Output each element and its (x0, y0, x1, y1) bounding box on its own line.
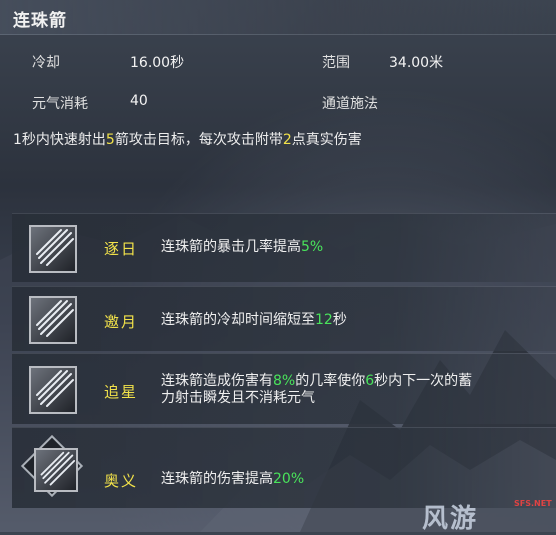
range-label: 范围 (322, 55, 350, 71)
watermark-logo: 风游 (422, 504, 479, 534)
upgrade-name: 奥义 (104, 472, 139, 490)
upgrade-desc: 连珠箭的暴击几率提高5% (161, 239, 324, 255)
upgrade-row-zhuri[interactable]: 逐日 连珠箭的暴击几率提高5% (12, 213, 556, 282)
upgrade-row-yaoyue[interactable]: 邀月 连珠箭的冷却时间缩短至12秒 (12, 286, 556, 351)
upgrade-desc: 连珠箭的伤害提高20% (161, 471, 305, 487)
arrow-volley-icon (29, 225, 77, 273)
cost-value: 40 (130, 93, 148, 109)
desc-part-2: 箭攻击目标，每次攻击附带 (114, 132, 283, 148)
skill-title: 连珠箭 (13, 11, 67, 31)
skill-description: 1秒内快速射出5箭攻击目标，每次攻击附带2点真实伤害 (13, 129, 362, 149)
title-bar: 连珠箭 (0, 0, 556, 35)
arrow-volley-icon (29, 366, 77, 414)
upgrade-desc: 连珠箭造成伤害有8%的几率使你6秒内下一次的蓄 力射击瞬发且不消耗元气 (161, 373, 473, 406)
range-value: 34.00米 (389, 55, 444, 71)
upgrade-name: 追星 (104, 383, 139, 401)
arrow-volley-icon (20, 434, 84, 498)
watermark-domain: SFS.NET (514, 499, 552, 508)
cooldown-value: 16.00秒 (130, 55, 185, 71)
cast-type: 通道施法 (322, 96, 378, 112)
desc-arrow-count: 5 (105, 132, 115, 148)
desc-true-damage: 2 (282, 132, 292, 148)
upgrade-row-zhuixing[interactable]: 追星 连珠箭造成伤害有8%的几率使你6秒内下一次的蓄 力射击瞬发且不消耗元气 (12, 353, 556, 424)
cooldown-label: 冷却 (32, 55, 60, 71)
site-watermark: 风游 SFS.NET (422, 496, 552, 534)
desc-part-3: 点真实伤害 (291, 132, 362, 148)
upgrade-name: 邀月 (104, 313, 139, 331)
upgrade-name: 逐日 (104, 240, 139, 258)
desc-part-1: 1秒内快速射出 (13, 132, 106, 148)
upgrade-desc: 连珠箭的冷却时间缩短至12秒 (161, 312, 347, 328)
arrow-volley-icon (29, 296, 77, 344)
cost-label: 元气消耗 (32, 96, 88, 112)
